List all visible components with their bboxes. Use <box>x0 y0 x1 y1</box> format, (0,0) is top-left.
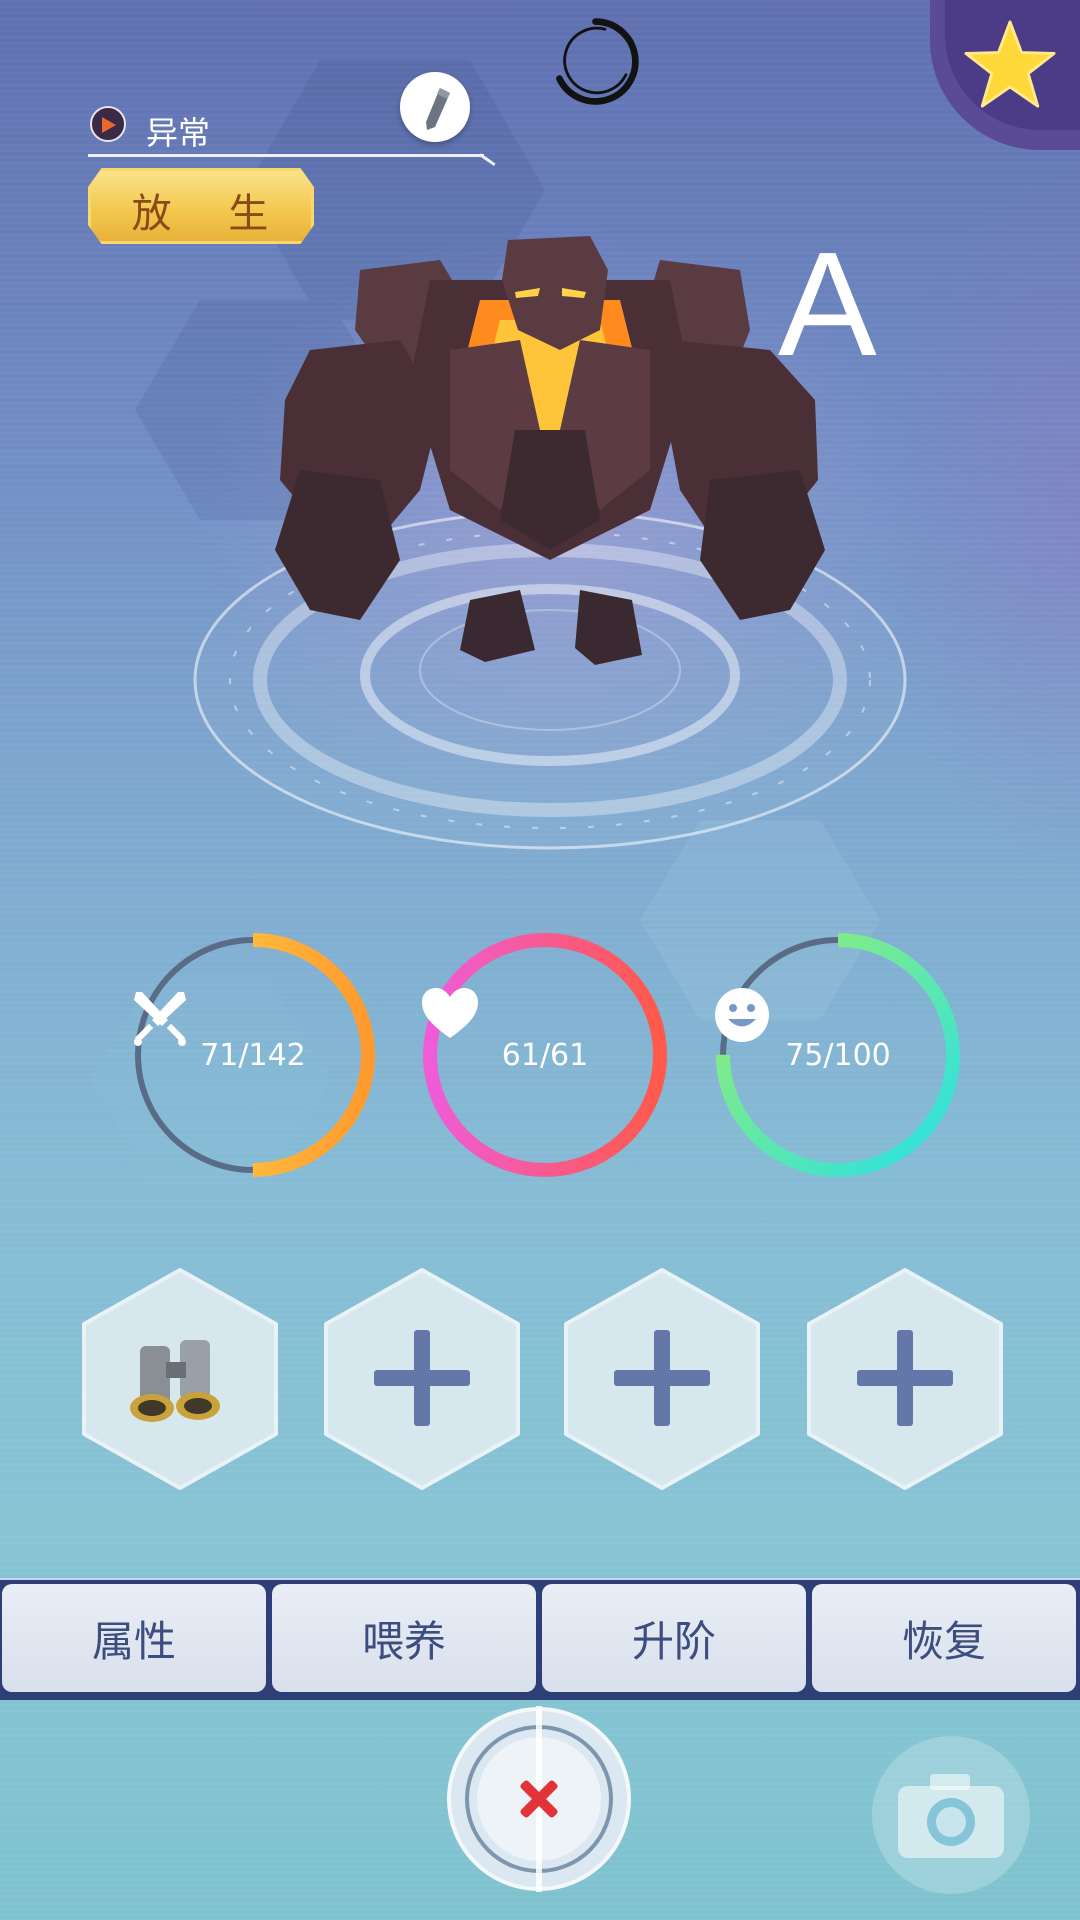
name-underline <box>88 154 484 157</box>
item-slot-add-2[interactable] <box>562 1266 762 1492</box>
tab-attributes[interactable]: 属性 <box>2 1584 266 1692</box>
loading-icon <box>556 18 639 105</box>
edit-name-button[interactable] <box>400 72 470 142</box>
star-icon[interactable] <box>962 18 1058 110</box>
pencil-icon <box>426 88 450 130</box>
heart-icon <box>422 988 478 1038</box>
rock-golem-creature <box>275 236 825 665</box>
camera-icon <box>898 1774 1004 1858</box>
tab-bar: 属性 喂养 升阶 恢复 <box>0 1578 1080 1700</box>
attack-value: 71/142 <box>200 1038 306 1073</box>
camera-button[interactable] <box>872 1736 1030 1894</box>
tab-recover[interactable]: 恢复 <box>812 1584 1076 1692</box>
item-slot-add-1[interactable] <box>322 1266 522 1492</box>
tab-upgrade[interactable]: 升阶 <box>542 1584 806 1692</box>
stat-mood: 75/100 <box>713 930 963 1180</box>
tab-feed[interactable]: 喂养 <box>272 1584 536 1692</box>
health-value: 61/61 <box>501 1038 589 1073</box>
stat-health: 61/61 <box>420 930 670 1180</box>
status-text: 异常 <box>146 114 211 152</box>
item-slot-add-3[interactable] <box>805 1266 1005 1492</box>
item-slot-binoculars[interactable] <box>80 1266 280 1492</box>
stat-attack: 71/142 <box>128 930 378 1180</box>
smile-icon <box>715 988 769 1042</box>
mood-value: 75/100 <box>785 1038 891 1073</box>
close-button[interactable] <box>446 1706 632 1892</box>
status-fire-icon <box>90 106 126 142</box>
